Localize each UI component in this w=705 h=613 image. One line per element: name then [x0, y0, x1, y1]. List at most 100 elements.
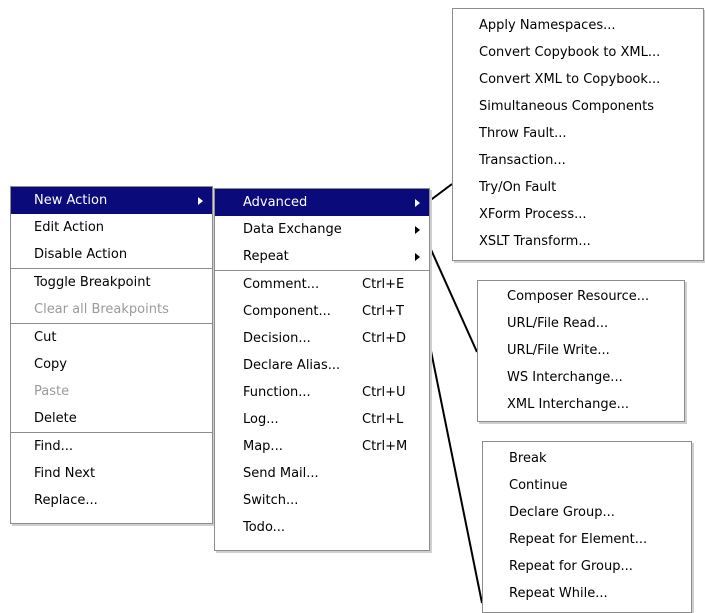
menu-item-label: Composer Resource...	[507, 289, 650, 304]
menu-item-break[interactable]: Break	[483, 445, 691, 472]
menu-item-comment[interactable]: Comment... Ctrl+E	[215, 271, 429, 298]
menu-item-function[interactable]: Function... Ctrl+U	[215, 379, 429, 406]
menu-item-label: Replace...	[34, 493, 98, 508]
menu-item-shortcut: Ctrl+M	[362, 439, 408, 454]
menu-item-label: XSLT Transform...	[479, 234, 591, 249]
menu-item-label: Advanced	[243, 195, 308, 210]
menu-item-label: Transaction...	[479, 153, 566, 168]
menu-item-try-on-fault[interactable]: Try/On Fault	[453, 174, 703, 201]
menu-item-label: Throw Fault...	[479, 126, 567, 141]
menu-item-label: Try/On Fault	[479, 180, 557, 195]
menu-item-new-action[interactable]: New Action	[11, 187, 212, 214]
menu-item-component[interactable]: Component... Ctrl+T	[215, 298, 429, 325]
menu-item-label: Cut	[34, 330, 57, 345]
menu-item-data-exchange[interactable]: Data Exchange	[215, 216, 429, 243]
menu-item-label: Decision...	[243, 331, 311, 346]
menu-item-label: Clear all Breakpoints	[34, 302, 169, 317]
menu-item-label: New Action	[34, 193, 108, 208]
menu-item-label: Todo...	[243, 520, 286, 535]
menu-item-throw-fault[interactable]: Throw Fault...	[453, 120, 703, 147]
menu-item-label: Component...	[243, 304, 331, 319]
menu-item-label: Find Next	[34, 466, 96, 481]
menu-item-label: Repeat for Group...	[509, 559, 633, 574]
menu-item-label: XML Interchange...	[507, 397, 629, 412]
menu-item-advanced[interactable]: Advanced	[215, 189, 429, 216]
menu-item-simultaneous-components[interactable]: Simultaneous Components	[453, 93, 703, 120]
menu-item-repeat[interactable]: Repeat	[215, 243, 429, 270]
menu-item-label: Repeat While...	[509, 586, 608, 601]
repeat-submenu: Break Continue Declare Group... Repeat f…	[482, 441, 692, 613]
menu-item-shortcut: Ctrl+U	[362, 385, 406, 400]
menu-item-label: Find...	[34, 439, 74, 454]
menu-item-send-mail[interactable]: Send Mail...	[215, 460, 429, 487]
advanced-submenu: Apply Namespaces... Convert Copybook to …	[452, 8, 704, 261]
menu-item-label: Switch...	[243, 493, 299, 508]
menu-item-label: Disable Action	[34, 247, 128, 262]
menu-item-label: Function...	[243, 385, 311, 400]
menu-item-label: Convert XML to Copybook...	[479, 72, 661, 87]
new-action-submenu: Advanced Data Exchange Repeat Comment...…	[214, 188, 430, 551]
menu-item-shortcut: Ctrl+D	[362, 331, 407, 346]
menu-item-declare-group[interactable]: Declare Group...	[483, 499, 691, 526]
menu-item-label: Comment...	[243, 277, 320, 292]
menu-item-label: Map...	[243, 439, 283, 454]
menu-item-label: Send Mail...	[243, 466, 319, 481]
menu-item-transaction[interactable]: Transaction...	[453, 147, 703, 174]
menu-item-label: Apply Namespaces...	[479, 18, 616, 33]
menu-item-label: Repeat for Element...	[509, 532, 648, 547]
menu-item-label: Log...	[243, 412, 279, 427]
submenu-arrow-icon	[415, 253, 420, 261]
menu-item-composer-resource[interactable]: Composer Resource...	[478, 283, 684, 310]
menu-item-edit-action[interactable]: Edit Action	[11, 214, 212, 241]
menu-item-label: Paste	[34, 384, 70, 399]
menu-item-find-next[interactable]: Find Next	[11, 460, 212, 487]
menu-item-label: Data Exchange	[243, 222, 342, 237]
menu-item-url-file-read[interactable]: URL/File Read...	[478, 310, 684, 337]
submenu-arrow-icon	[198, 197, 203, 205]
menu-item-repeat-for-element[interactable]: Repeat for Element...	[483, 526, 691, 553]
menu-item-copy[interactable]: Copy	[11, 351, 212, 378]
menu-item-label: URL/File Read...	[507, 316, 609, 331]
context-menu: New Action Edit Action Disable Action To…	[10, 186, 213, 524]
menu-item-map[interactable]: Map... Ctrl+M	[215, 433, 429, 460]
menu-item-label: Declare Alias...	[243, 358, 341, 373]
menu-item-xslt-transform[interactable]: XSLT Transform...	[453, 228, 703, 255]
menu-item-todo[interactable]: Todo...	[215, 514, 429, 541]
menu-item-xform-process[interactable]: XForm Process...	[453, 201, 703, 228]
menu-item-label: Copy	[34, 357, 67, 372]
submenu-arrow-icon	[415, 199, 420, 207]
menu-item-url-file-write[interactable]: URL/File Write...	[478, 337, 684, 364]
menu-item-apply-namespaces[interactable]: Apply Namespaces...	[453, 12, 703, 39]
menu-item-shortcut: Ctrl+T	[362, 304, 404, 319]
menu-item-continue[interactable]: Continue	[483, 472, 691, 499]
menu-item-disable-action[interactable]: Disable Action	[11, 241, 212, 268]
menu-item-label: URL/File Write...	[507, 343, 610, 358]
menu-item-toggle-breakpoint[interactable]: Toggle Breakpoint	[11, 269, 212, 296]
menu-item-label: Delete	[34, 411, 77, 426]
menu-item-convert-copybook-to-xml[interactable]: Convert Copybook to XML...	[453, 39, 703, 66]
menu-item-convert-xml-to-copybook[interactable]: Convert XML to Copybook...	[453, 66, 703, 93]
menu-item-xml-interchange[interactable]: XML Interchange...	[478, 391, 684, 418]
menu-item-label: Simultaneous Components	[479, 99, 655, 114]
menu-item-label: XForm Process...	[479, 207, 587, 222]
menu-item-ws-interchange[interactable]: WS Interchange...	[478, 364, 684, 391]
menu-item-clear-all-breakpoints: Clear all Breakpoints	[11, 296, 212, 323]
menu-item-delete[interactable]: Delete	[11, 405, 212, 432]
menu-item-label: WS Interchange...	[507, 370, 623, 385]
menu-item-log[interactable]: Log... Ctrl+L	[215, 406, 429, 433]
menu-item-decision[interactable]: Decision... Ctrl+D	[215, 325, 429, 352]
menu-item-repeat-for-group[interactable]: Repeat for Group...	[483, 553, 691, 580]
menu-item-label: Declare Group...	[509, 505, 615, 520]
menu-item-repeat-while[interactable]: Repeat While...	[483, 580, 691, 607]
menu-item-cut[interactable]: Cut	[11, 324, 212, 351]
menu-item-switch[interactable]: Switch...	[215, 487, 429, 514]
menu-item-label: Convert Copybook to XML...	[479, 45, 661, 60]
menu-item-find[interactable]: Find...	[11, 433, 212, 460]
menu-item-label: Break	[509, 451, 547, 466]
menu-item-shortcut: Ctrl+L	[362, 412, 404, 427]
data-exchange-submenu: Composer Resource... URL/File Read... UR…	[477, 280, 685, 422]
menu-item-replace[interactable]: Replace...	[11, 487, 212, 514]
menu-item-label: Continue	[509, 478, 568, 493]
menu-item-label: Edit Action	[34, 220, 105, 235]
menu-item-declare-alias[interactable]: Declare Alias...	[215, 352, 429, 379]
